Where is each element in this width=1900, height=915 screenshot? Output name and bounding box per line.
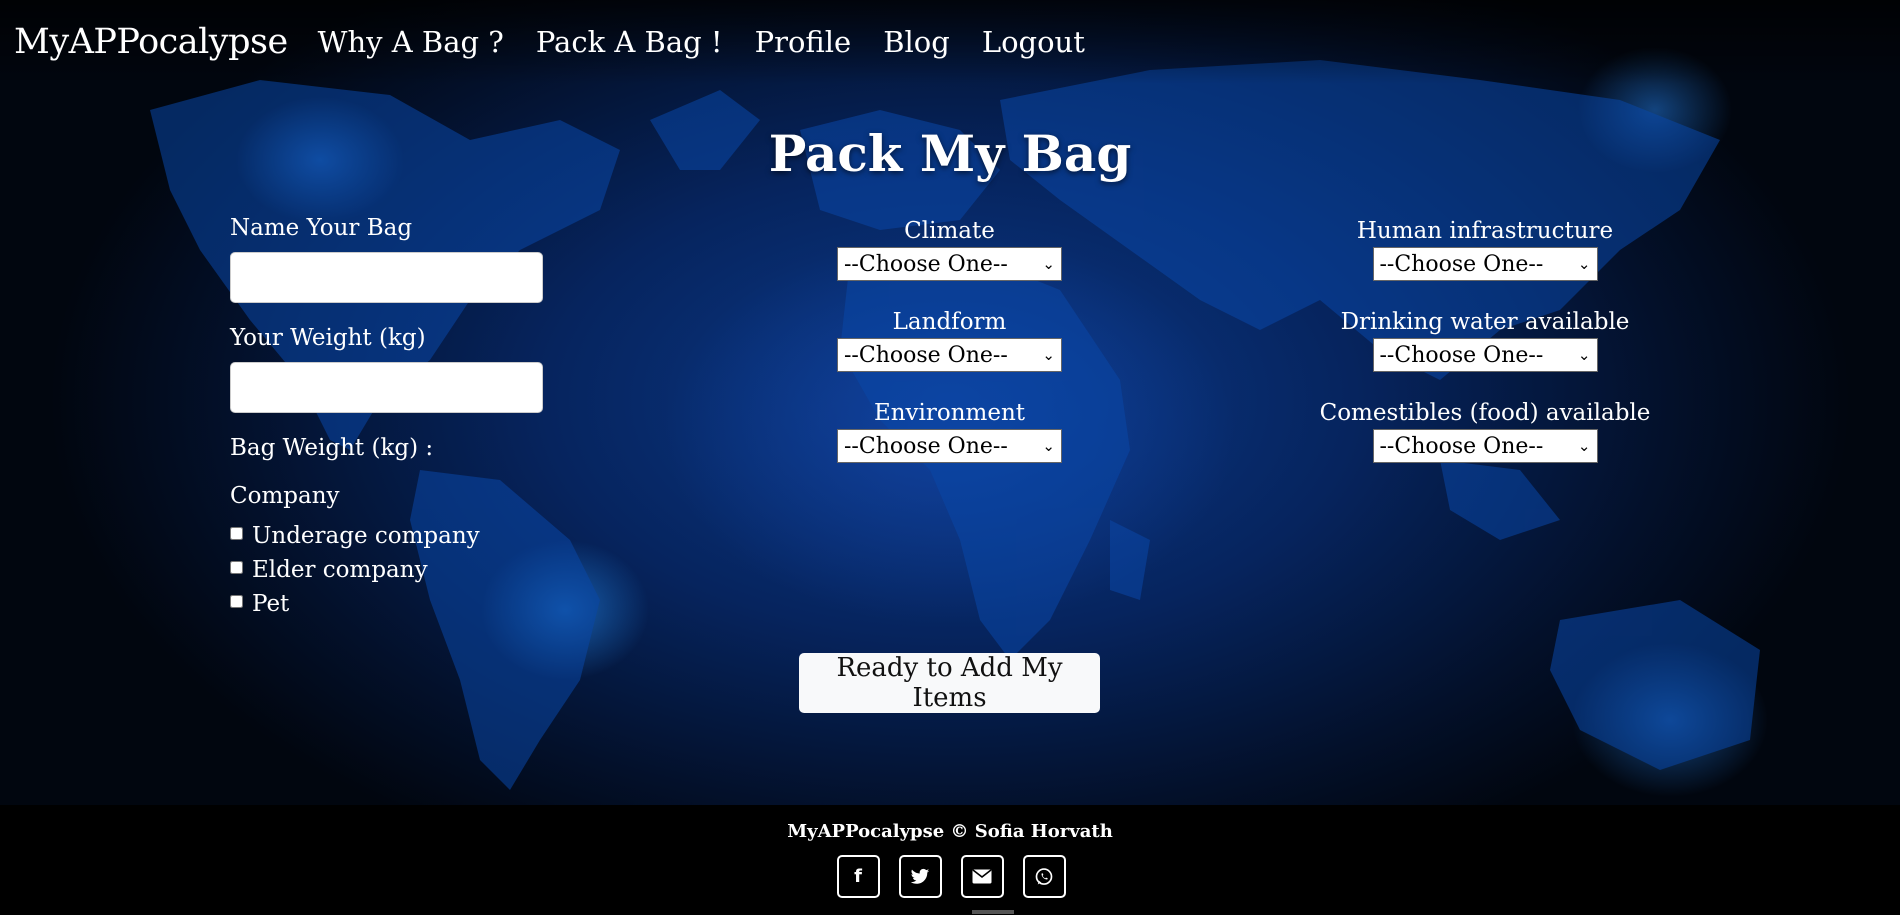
chevron-down-icon: ⌄ [1042, 437, 1055, 455]
chevron-down-icon: ⌄ [1577, 437, 1591, 455]
brand-logo[interactable]: MyAPPocalypse [14, 22, 288, 62]
navbar: MyAPPocalypse Why A Bag ? Pack A Bag ! P… [0, 0, 1900, 84]
water-select-value: --Choose One-- [1379, 342, 1544, 368]
company-option-underage: Underage company [230, 519, 560, 553]
chevron-down-icon: ⌄ [1577, 346, 1591, 364]
footer-copyright: MyAPPocalypse © Sofia Horvath [787, 821, 1113, 842]
infrastructure-select[interactable]: --Choose One-- ⌄ [1372, 247, 1598, 281]
ready-to-add-items-button[interactable]: Ready to Add My Items [799, 653, 1100, 713]
underage-checkbox[interactable] [230, 526, 243, 540]
whatsapp-icon[interactable] [1022, 855, 1066, 898]
bag-weight-readout: Bag Weight (kg) : [230, 435, 434, 461]
underage-label: Underage company [252, 523, 480, 549]
infrastructure-select-value: --Choose One-- [1379, 251, 1544, 277]
footer: MyAPPocalypse © Sofia Horvath f [0, 805, 1900, 915]
pet-label: Pet [252, 591, 290, 617]
environment-label: Environment [873, 400, 1026, 426]
facebook-icon[interactable]: f [836, 855, 880, 898]
weight-input[interactable] [230, 362, 543, 413]
page-title: Pack My Bag [768, 124, 1132, 183]
climate-label: Climate [904, 218, 995, 244]
chevron-down-icon: ⌄ [1577, 255, 1591, 273]
company-option-pet: Pet [230, 587, 560, 621]
social-links: f [2, 855, 1900, 898]
nav-link-pack-a-bag[interactable]: Pack A Bag ! [536, 25, 723, 59]
nav-link-profile[interactable]: Profile [755, 25, 852, 59]
environment-select-value: --Choose One-- [844, 433, 1008, 459]
bag-name-label: Name Your Bag [230, 215, 413, 241]
company-option-elder: Elder company [230, 553, 560, 587]
infrastructure-label: Human infrastructure available [1356, 218, 1614, 276]
food-select[interactable]: --Choose One-- ⌄ [1372, 429, 1598, 463]
food-label: Comestibles (food) available [1319, 400, 1651, 426]
water-select[interactable]: --Choose One-- ⌄ [1372, 338, 1598, 372]
bag-name-input[interactable] [230, 252, 543, 303]
elder-checkbox[interactable] [230, 560, 243, 574]
food-select-value: --Choose One-- [1379, 433, 1544, 459]
bag-details-column: Name Your Bag Your Weight (kg) Bag Weigh… [230, 215, 560, 621]
water-label: Drinking water available [1340, 309, 1630, 335]
landform-select-value: --Choose One-- [844, 342, 1008, 368]
chevron-down-icon: ⌄ [1042, 346, 1055, 364]
nav-link-logout[interactable]: Logout [982, 25, 1085, 59]
terrain-column: Climate --Choose One-- ⌄ Landform --Choo… [837, 215, 1062, 488]
email-icon[interactable] [960, 855, 1004, 898]
climate-select[interactable]: --Choose One-- ⌄ [837, 247, 1062, 281]
climate-select-value: --Choose One-- [844, 251, 1008, 277]
chevron-down-icon: ⌄ [1042, 255, 1055, 273]
company-label: Company [230, 483, 340, 509]
environment-select[interactable]: --Choose One-- ⌄ [837, 429, 1062, 463]
pet-checkbox[interactable] [230, 594, 243, 608]
scroll-indicator [972, 910, 1014, 914]
nav-link-blog[interactable]: Blog [883, 25, 950, 59]
nav-link-why-a-bag[interactable]: Why A Bag ? [318, 25, 504, 59]
elder-label: Elder company [252, 557, 428, 583]
weight-label: Your Weight (kg) [230, 325, 426, 351]
twitter-icon[interactable] [898, 855, 942, 898]
landform-select[interactable]: --Choose One-- ⌄ [837, 338, 1062, 372]
resources-column: Human infrastructure available --Choose … [1310, 215, 1660, 488]
landform-label: Landform [892, 309, 1007, 335]
